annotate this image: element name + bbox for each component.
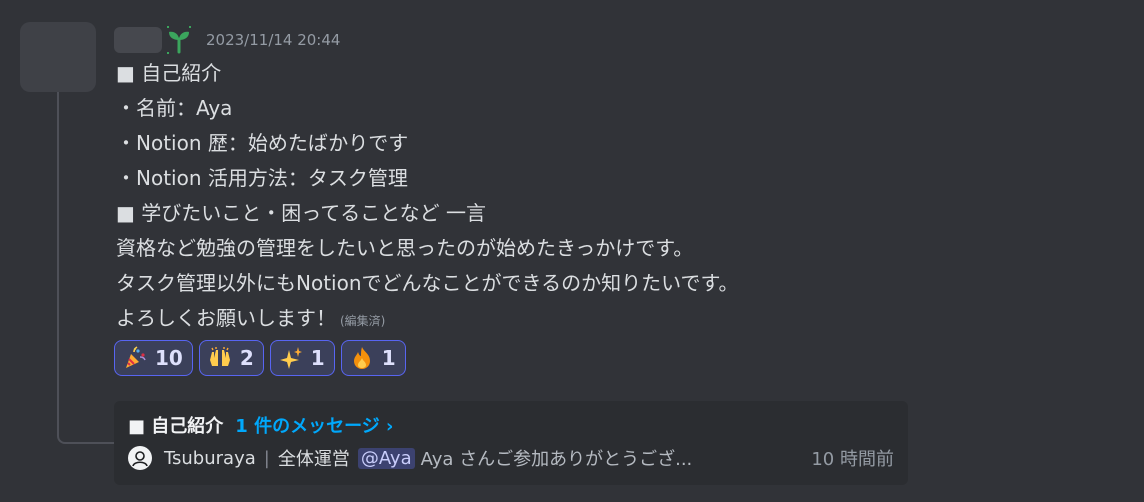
reply-timestamp: 10 時間前 — [811, 449, 894, 470]
message-line: タスク管理以外にもNotionでどんなことができるのか知りたいです。 — [116, 271, 739, 295]
raising-hands-icon — [208, 346, 232, 370]
thread-preview[interactable]: ■ 自己紹介 1 件のメッセージ › Tsuburaya | 全体運営 @Aya… — [114, 401, 908, 485]
message-timestamp[interactable]: 2023/11/14 20:44 — [206, 31, 340, 49]
reaction-count: 10 — [155, 346, 183, 370]
message-line: 資格など勉強の管理をしたいと思ったのが始めたきっかけです。 — [116, 236, 694, 260]
thread-connector-line — [57, 92, 115, 444]
message-line: ■ 自己紹介 — [116, 61, 222, 85]
reaction-fire[interactable]: 1 — [340, 340, 406, 376]
sprout-role-icon[interactable] — [166, 26, 192, 54]
reply-author-role: 全体運営 — [277, 449, 350, 470]
message-line-last: よろしくお願いします！ (編集済) — [116, 301, 739, 336]
message-line: ・Notion 活用方法：タスク管理 — [116, 166, 408, 190]
message-line: ・名前：Aya — [116, 96, 233, 120]
edited-label: (編集済) — [340, 314, 386, 328]
message-line: ・Notion 歴：始めたばかりです — [116, 131, 409, 155]
reaction-party-popper[interactable]: 10 — [114, 340, 193, 376]
author-avatar[interactable] — [20, 22, 96, 92]
reaction-count: 1 — [381, 346, 396, 370]
message-line: ■ 学びたいこと・困ってることなど 一言 — [116, 201, 487, 225]
thread-header: ■ 自己紹介 1 件のメッセージ › — [128, 409, 894, 441]
message-body: ■ 自己紹介 ・名前：Aya ・Notion 歴：始めたばかりです ・Notio… — [116, 56, 739, 336]
user-mention[interactable]: @Aya — [357, 447, 415, 469]
reaction-bar: 10 2 1 1 — [114, 340, 406, 376]
reaction-count: 1 — [310, 346, 325, 370]
thread-last-reply: Tsuburaya | 全体運営 @Aya Aya さんご参加ありがとうござ..… — [128, 441, 894, 475]
fire-icon — [350, 346, 374, 370]
reaction-sparkles[interactable]: 1 — [269, 340, 335, 376]
message-line-text: よろしくお願いします！ — [116, 306, 336, 330]
reaction-count: 2 — [239, 346, 254, 370]
message-header: 2023/11/14 20:44 — [114, 24, 340, 56]
author-name-redacted[interactable] — [114, 27, 162, 53]
reply-author-name[interactable]: Tsuburaya — [164, 448, 256, 469]
reply-text: Aya さんご参加ありがとうござ... — [420, 449, 693, 470]
reaction-raising-hands[interactable]: 2 — [198, 340, 264, 376]
separator: | — [263, 447, 270, 469]
party-popper-icon — [123, 346, 147, 370]
thread-name[interactable]: ■ 自己紹介 — [128, 412, 223, 438]
thread-message-count-link[interactable]: 1 件のメッセージ › — [235, 412, 393, 438]
sparkles-icon — [279, 346, 303, 370]
reply-author-avatar[interactable] — [128, 446, 152, 470]
